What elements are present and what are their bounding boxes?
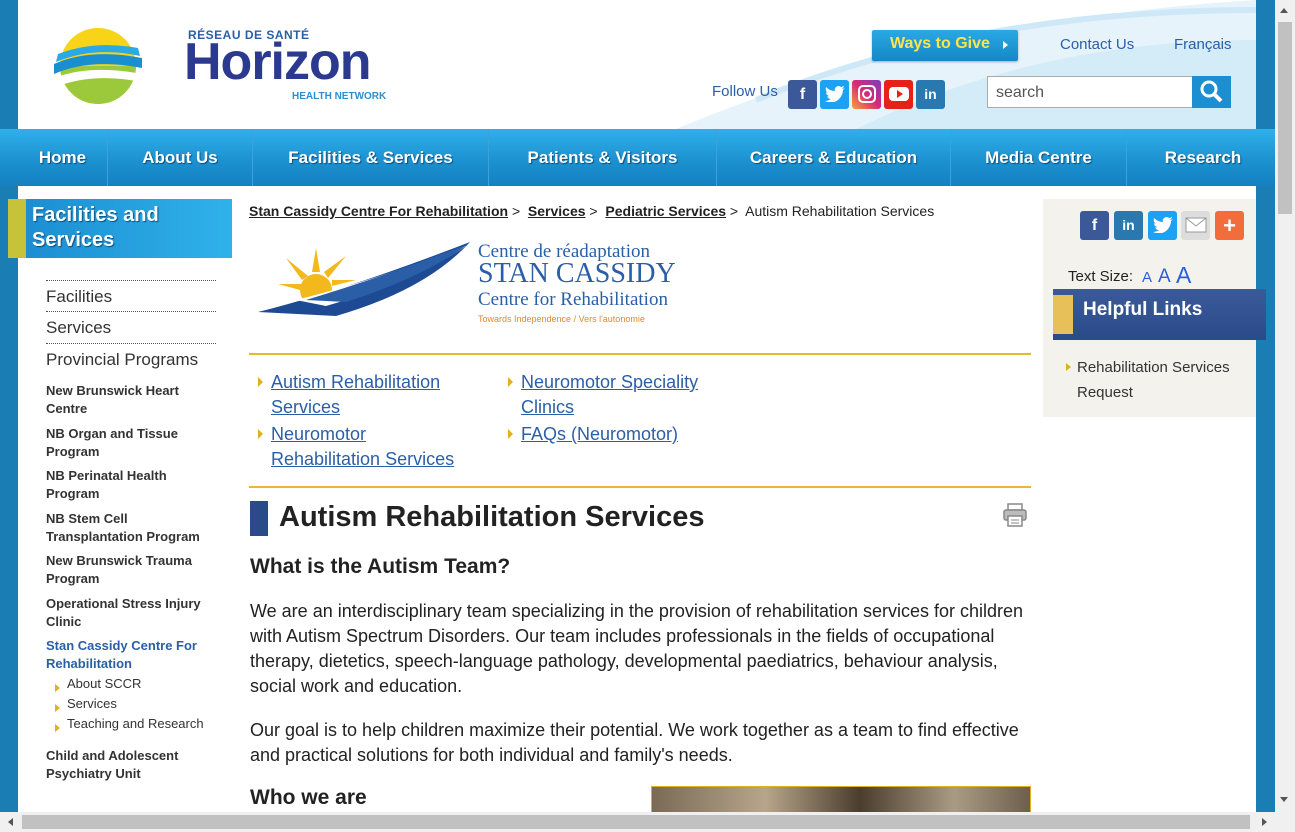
bullet-arrow-icon xyxy=(55,724,60,732)
linkedin-icon[interactable]: in xyxy=(916,80,945,109)
sidebar-program-organ[interactable]: NB Organ and Tissue Program xyxy=(46,425,216,461)
ways-to-give-label: Ways to Give xyxy=(890,35,990,52)
divider xyxy=(249,353,1031,355)
sidebar-title-text: Facilities and Services xyxy=(32,204,159,251)
helpful-link-rehab-request[interactable]: Rehabilitation Services Request xyxy=(1077,355,1247,405)
scc-logo-tagline: Towards Independence / Vers l'autonomie xyxy=(478,314,645,324)
header-swoosh xyxy=(676,0,1256,129)
print-icon[interactable] xyxy=(1002,502,1028,528)
sidebar-program-stan-cassidy[interactable]: Stan Cassidy Centre For Rehabilitation xyxy=(46,637,216,673)
horizon-logo[interactable]: RÉSEAU DE SANTÉ Horizon HEALTH NETWORK xyxy=(50,24,390,109)
sublink-autism[interactable]: Autism Rehabilitation Services xyxy=(271,370,471,420)
instagram-icon[interactable] xyxy=(852,80,881,109)
main-nav: Home About Us Facilities & Services Pati… xyxy=(0,129,1275,186)
nav-about-us[interactable]: About Us xyxy=(108,129,253,186)
sublink-neuromotor-rehab[interactable]: Neuromotor Rehabilitation Services xyxy=(271,422,471,472)
section-heading: What is the Autism Team? xyxy=(250,555,511,578)
page-title: Autism Rehabilitation Services xyxy=(279,501,705,533)
bullet-arrow-icon xyxy=(1066,363,1071,371)
bullet-arrow-icon xyxy=(55,704,60,712)
scc-logo-line3: Centre for Rehabilitation xyxy=(478,289,668,310)
breadcrumb-link[interactable]: Services xyxy=(528,203,586,219)
horizon-logo-mark xyxy=(54,28,142,104)
sublink-neuromotor-clinics[interactable]: Neuromotor Speciality Clinics xyxy=(521,370,721,420)
sidebar-program-child-psychiatry[interactable]: Child and Adolescent Psychiatry Unit xyxy=(46,747,216,783)
arrow-right-icon xyxy=(1003,41,1008,49)
paragraph: We are an interdisciplinary team special… xyxy=(250,601,1024,696)
twitter-icon[interactable] xyxy=(820,80,849,109)
sidebar-title-accent xyxy=(8,199,26,258)
helpful-links-header: Helpful Links xyxy=(1053,289,1266,340)
bullet-arrow-icon xyxy=(508,429,513,439)
breadcrumb-link[interactable]: Pediatric Services xyxy=(605,203,726,219)
sidebar-child-teaching-research[interactable]: Teaching and Research xyxy=(67,716,204,731)
scroll-left-icon[interactable] xyxy=(8,818,13,826)
nav-research[interactable]: Research xyxy=(1127,129,1279,186)
sidebar-program-perinatal[interactable]: NB Perinatal Health Program xyxy=(46,467,216,503)
facebook-icon[interactable]: f xyxy=(1080,211,1109,240)
section-heading: Who we are xyxy=(250,786,367,809)
follow-us-label: Follow Us xyxy=(712,83,778,100)
divider xyxy=(249,486,1031,488)
ways-to-give-button[interactable]: Ways to Give xyxy=(872,30,1018,61)
nav-patients-visitors[interactable]: Patients & Visitors xyxy=(489,129,717,186)
text-size-small[interactable]: A xyxy=(1142,269,1152,286)
stan-cassidy-logo: Centre de réadaptation STAN CASSIDY Cent… xyxy=(256,240,686,330)
horizontal-scroll-thumb[interactable] xyxy=(22,815,1250,829)
youtube-icon[interactable] xyxy=(884,80,913,109)
sidebar-child-services[interactable]: Services xyxy=(67,696,117,711)
language-link[interactable]: Français xyxy=(1174,36,1232,53)
stan-cassidy-logo-mark xyxy=(258,242,470,316)
search-input[interactable]: search xyxy=(987,76,1193,108)
text-size-label: Text Size: xyxy=(1068,268,1134,285)
bullet-arrow-icon xyxy=(508,377,513,387)
breadcrumb-current: Autism Rehabilitation Services xyxy=(745,203,935,219)
helpful-links-accent xyxy=(1053,295,1073,334)
email-icon[interactable] xyxy=(1181,211,1210,240)
scroll-up-icon[interactable] xyxy=(1280,8,1288,13)
scroll-right-icon[interactable] xyxy=(1262,818,1267,826)
scc-logo-line2: STAN CASSIDY xyxy=(478,258,676,289)
sidebar-program-osi[interactable]: Operational Stress Injury Clinic xyxy=(46,595,216,631)
title-accent xyxy=(250,501,268,536)
nav-home[interactable]: Home xyxy=(18,129,108,186)
bullet-arrow-icon xyxy=(258,377,263,387)
sidebar-title: Facilities and Services xyxy=(8,199,232,258)
text-size-medium[interactable]: A xyxy=(1158,266,1171,288)
nav-careers-education[interactable]: Careers & Education xyxy=(717,129,951,186)
logo-main-text: Horizon xyxy=(184,33,372,91)
linkedin-icon[interactable]: in xyxy=(1114,211,1143,240)
plus-icon[interactable]: + xyxy=(1215,211,1244,240)
logo-bottom-line: HEALTH NETWORK xyxy=(292,91,387,102)
bullet-arrow-icon xyxy=(258,429,263,439)
contact-us-link[interactable]: Contact Us xyxy=(1060,36,1134,53)
text-size-large[interactable]: A xyxy=(1176,262,1191,289)
sidebar-item-facilities[interactable]: Facilities xyxy=(46,280,216,312)
bullet-arrow-icon xyxy=(55,684,60,692)
helpful-links-title: Helpful Links xyxy=(1083,299,1203,320)
sidebar-item-services[interactable]: Services xyxy=(46,311,216,343)
twitter-icon[interactable] xyxy=(1148,211,1177,240)
paragraph: Our goal is to help children maximize th… xyxy=(250,720,1019,765)
facebook-icon[interactable]: f xyxy=(788,80,817,109)
search-icon xyxy=(1200,80,1223,103)
sidebar-program-trauma[interactable]: New Brunswick Trauma Program xyxy=(46,552,216,588)
sidebar-program-stem-cell[interactable]: NB Stem Cell Transplantation Program xyxy=(46,510,216,546)
nav-media-centre[interactable]: Media Centre xyxy=(951,129,1127,186)
sidebar-program-heart[interactable]: New Brunswick Heart Centre xyxy=(46,382,216,418)
sidebar-child-about-sccr[interactable]: About SCCR xyxy=(67,676,141,691)
nav-facilities-services[interactable]: Facilities & Services xyxy=(253,129,489,186)
sidebar-item-provincial-programs[interactable]: Provincial Programs xyxy=(46,343,216,375)
sublink-faqs-neuromotor[interactable]: FAQs (Neuromotor) xyxy=(521,422,721,447)
breadcrumb-link[interactable]: Stan Cassidy Centre For Rehabilitation xyxy=(249,203,508,219)
vertical-scroll-thumb[interactable] xyxy=(1278,22,1292,214)
scroll-down-icon[interactable] xyxy=(1280,797,1288,802)
header: RÉSEAU DE SANTÉ Horizon HEALTH NETWORK W… xyxy=(18,0,1256,129)
search-button[interactable] xyxy=(1192,76,1231,108)
breadcrumb: Stan Cassidy Centre For Rehabilitation >… xyxy=(249,203,935,219)
